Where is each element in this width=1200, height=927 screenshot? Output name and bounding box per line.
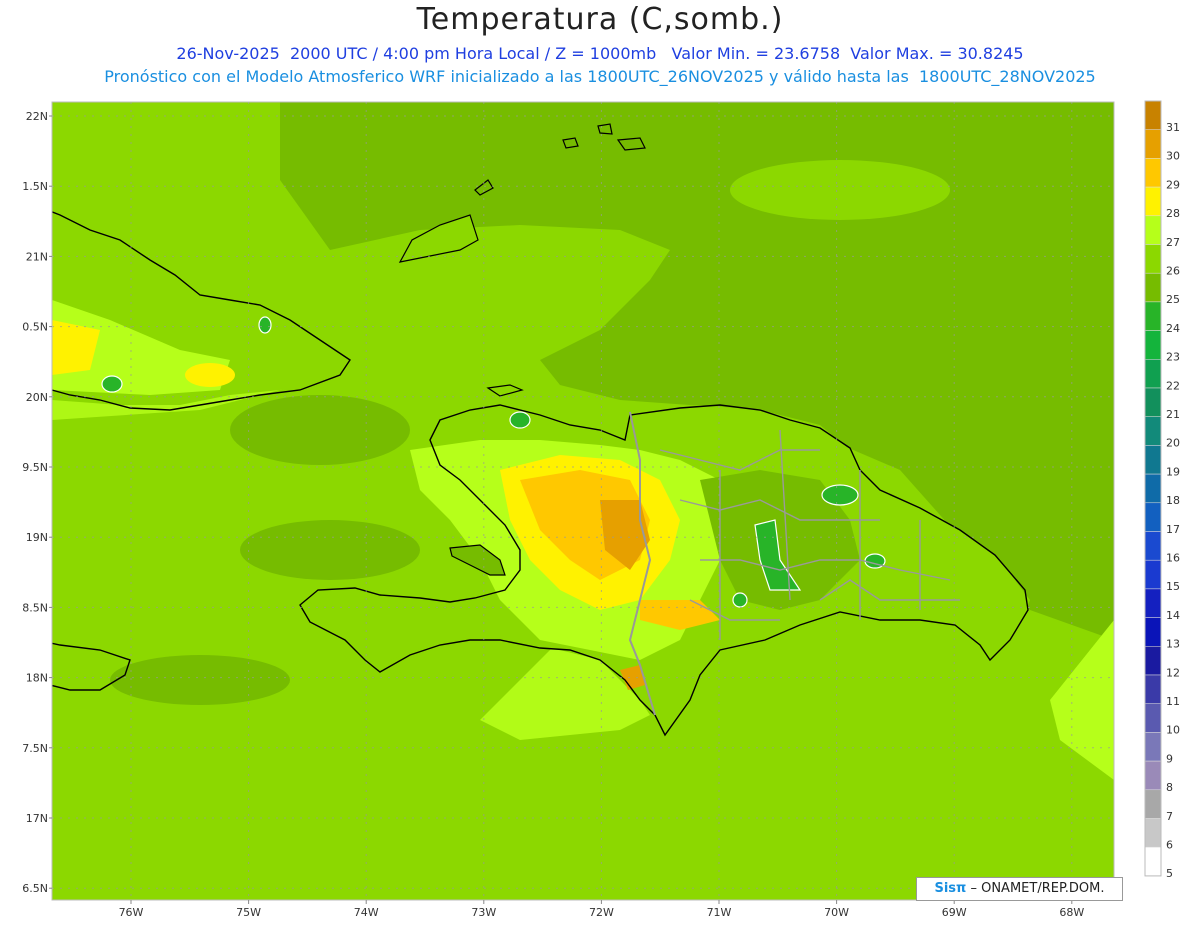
lon-tick-label: 71W — [707, 906, 732, 919]
legend-label: 29 — [1166, 178, 1180, 191]
legend-swatch — [1144, 186, 1162, 217]
legend-label: 7 — [1166, 810, 1173, 823]
legend-label: 15 — [1166, 580, 1180, 593]
temperature-map: 22N 1.5N 21N 0.5N 20N 9.5N 19N 8.5N 18N 7.5N 17N 6.… — [22, 100, 1180, 919]
legend-label: 23 — [1166, 351, 1180, 364]
longitude-axis: 76W 75W 74W 73W 72W 71W 70W 69W 68W — [119, 900, 1084, 919]
legend-swatch — [1144, 531, 1162, 561]
lat-tick-label: 19N — [26, 531, 48, 544]
lon-tick-label: 74W — [354, 906, 379, 919]
lon-tick-label: 68W — [1059, 906, 1084, 919]
cuba-cool-spot-2 — [258, 316, 272, 334]
legend-swatch — [1144, 445, 1162, 475]
legend-label: 18 — [1166, 494, 1180, 507]
legend-label: 8 — [1166, 781, 1173, 794]
lat-tick-label: 9.5N — [22, 461, 48, 474]
legend-swatch — [1144, 129, 1162, 159]
legend-swatch — [1144, 158, 1162, 188]
land-cuba-warm-28b — [185, 363, 235, 387]
legend-label: 27 — [1166, 236, 1180, 249]
dr-cool-spot-east — [821, 484, 859, 506]
legend-label: 6 — [1166, 839, 1173, 852]
legend-swatch — [1144, 617, 1162, 647]
credit-brand: Sisπ — [934, 881, 967, 896]
lat-tick-label: 8.5N — [22, 601, 48, 614]
lat-tick-label: 7.5N — [22, 742, 48, 755]
legend-label: 13 — [1166, 638, 1180, 651]
legend-label: 31 — [1166, 121, 1180, 134]
legend-label: 11 — [1166, 695, 1180, 708]
latitude-axis: 22N 1.5N 21N 0.5N 20N 9.5N 19N 8.5N 18N 7.5N 17N 6.… — [22, 110, 52, 895]
legend-label: 20 — [1166, 437, 1180, 450]
legend-label: 17 — [1166, 523, 1180, 536]
map-plot-area — [52, 102, 1114, 900]
lat-tick-label: 22N — [26, 110, 48, 123]
legend-label: 21 — [1166, 408, 1180, 421]
legend-label: 16 — [1166, 552, 1180, 565]
lon-tick-label: 73W — [471, 906, 496, 919]
legend-swatch — [1144, 473, 1162, 504]
legend-label: 14 — [1166, 609, 1180, 622]
ocean-patch-26-north — [730, 160, 950, 220]
legend-swatch — [1144, 789, 1162, 819]
legend-swatch — [1144, 818, 1162, 848]
legend-label: 9 — [1166, 752, 1173, 765]
ocean-patch-25-south — [110, 655, 290, 705]
lat-tick-label: 1.5N — [22, 180, 48, 193]
legend-label: 28 — [1166, 207, 1180, 220]
legend-swatch — [1144, 674, 1162, 704]
lon-tick-label: 72W — [589, 906, 614, 919]
legend-swatch — [1144, 215, 1162, 245]
legend-swatch — [1144, 100, 1162, 130]
lon-tick-label: 75W — [236, 906, 261, 919]
dr-cool-spot-south — [732, 592, 748, 608]
lat-tick-label: 17N — [26, 812, 48, 825]
lat-tick-label: 6.5N — [22, 882, 48, 895]
legend-swatch — [1144, 387, 1162, 417]
legend-swatch — [1144, 359, 1162, 389]
credit-text: – ONAMET/REP.DOM. — [970, 881, 1105, 896]
lon-tick-label: 69W — [942, 906, 967, 919]
lon-tick-label: 70W — [824, 906, 849, 919]
haiti-cool-spot-north — [509, 411, 531, 429]
lon-tick-label: 76W — [119, 906, 144, 919]
color-legend: 31 30 29 28 27 26 25 24 23 22 21 20 19 18 17 16 15 14 13 12… — [1144, 100, 1180, 880]
legend-swatch — [1144, 301, 1162, 331]
legend-label: 24 — [1166, 322, 1180, 335]
legend-swatch — [1144, 760, 1162, 791]
legend-swatch — [1144, 244, 1162, 274]
legend-swatch — [1144, 559, 1162, 590]
lat-tick-label: 0.5N — [22, 321, 48, 334]
cuba-cool-spot — [101, 375, 123, 393]
legend-swatch — [1144, 272, 1162, 303]
legend-label: 30 — [1166, 150, 1180, 163]
legend-swatch — [1144, 416, 1162, 446]
legend-label: 12 — [1166, 666, 1180, 679]
legend-swatch — [1144, 732, 1162, 762]
lat-tick-label: 20N — [26, 391, 48, 404]
legend-swatch — [1144, 703, 1162, 733]
lat-tick-label: 21N — [26, 250, 48, 263]
legend-swatch — [1144, 646, 1162, 676]
ocean-patch-25-southwest — [240, 520, 420, 580]
legend-swatch — [1144, 588, 1162, 618]
ocean-patch-25-west — [230, 395, 410, 465]
lat-tick-label: 18N — [26, 672, 48, 685]
legend-swatch — [1144, 846, 1162, 877]
legend-label: 22 — [1166, 379, 1180, 392]
legend-swatch — [1144, 330, 1162, 360]
legend-label: 26 — [1166, 265, 1180, 278]
legend-label: 10 — [1166, 724, 1180, 737]
credit-box: Sisπ – ONAMET/REP.DOM. — [916, 877, 1123, 901]
legend-label: 25 — [1166, 293, 1180, 306]
legend-swatch — [1144, 502, 1162, 532]
legend-label: 19 — [1166, 465, 1180, 478]
legend-label: 5 — [1166, 867, 1173, 880]
